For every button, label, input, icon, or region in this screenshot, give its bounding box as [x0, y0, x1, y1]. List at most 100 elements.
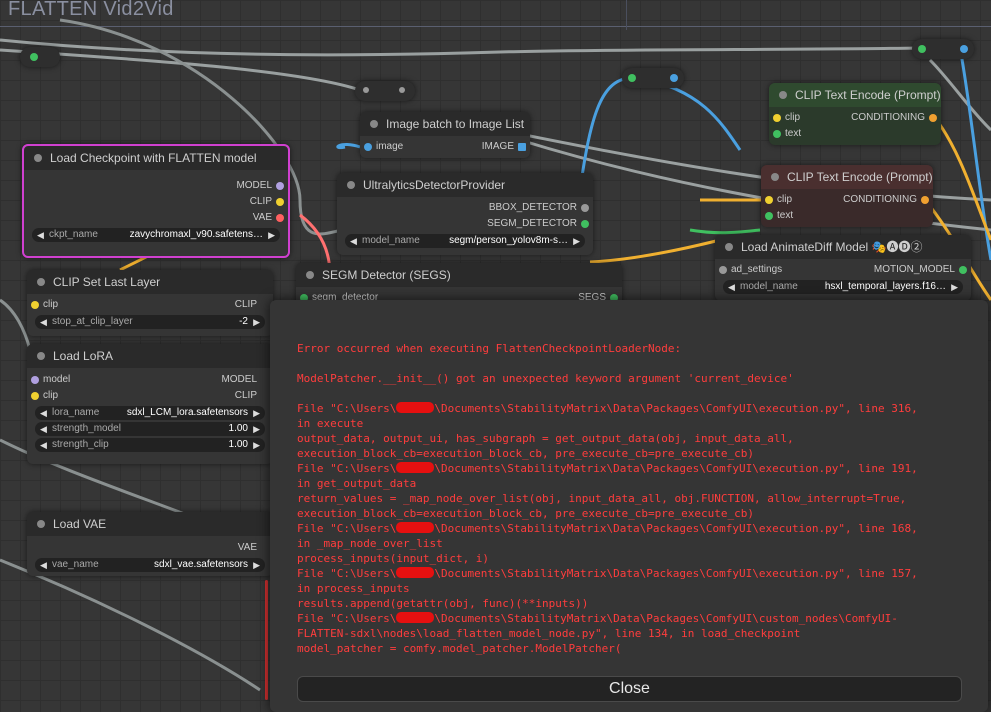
arrow-left-icon[interactable]: ◀	[40, 438, 47, 452]
collapsed-node[interactable]	[20, 47, 60, 67]
slot-dot-icon[interactable]	[921, 196, 929, 204]
output-dot[interactable]	[960, 45, 968, 53]
arrow-left-icon[interactable]: ◀	[728, 280, 735, 294]
arrow-right-icon[interactable]: ▶	[253, 438, 260, 452]
collapsed-node[interactable]	[622, 68, 684, 88]
slot-dot-icon[interactable]	[959, 266, 967, 274]
group-title[interactable]: FLATTEN Vid2Vid	[8, 0, 174, 21]
arrow-left-icon[interactable]: ◀	[40, 422, 47, 436]
slot-dot-icon[interactable]	[31, 376, 39, 384]
node-load-lora[interactable]: Load LoRA model MODEL clip CLIP ◀ lora_n…	[27, 344, 273, 464]
collapse-dot-icon[interactable]	[779, 91, 787, 99]
arrow-left-icon[interactable]: ◀	[350, 234, 357, 248]
widget-vae-name[interactable]: ◀ vae_name sdxl_vae.safetensors ▶	[35, 558, 265, 572]
node-title[interactable]: Load LoRA	[27, 344, 273, 368]
node-title[interactable]: SEGM Detector (SEGS)	[296, 263, 622, 287]
grid-icon[interactable]	[518, 143, 526, 151]
arrow-right-icon[interactable]: ▶	[268, 228, 275, 242]
widget-strength-clip[interactable]: ◀ strength_clip 1.00 ▶	[35, 438, 265, 452]
slot-dot-icon[interactable]	[773, 130, 781, 138]
arrow-right-icon[interactable]: ▶	[253, 422, 260, 436]
collapsed-node[interactable]	[355, 81, 415, 101]
node-title[interactable]: CLIP Text Encode (Prompt)	[761, 165, 933, 189]
collapse-dot-icon[interactable]	[725, 243, 733, 251]
slot-dot-icon[interactable]	[31, 301, 39, 309]
slot-model[interactable]: model MODEL	[27, 372, 273, 388]
node-clip-text-encode-positive[interactable]: CLIP Text Encode (Prompt) clip CONDITION…	[769, 83, 941, 145]
node-title[interactable]: Load VAE	[27, 512, 273, 536]
widget-model-name[interactable]: ◀ model_name hsxl_temporal_layers.f16… ▶	[723, 280, 963, 294]
node-title[interactable]: Image batch to Image List	[360, 112, 530, 136]
slot-image[interactable]: image IMAGE	[360, 139, 530, 155]
node-title[interactable]: CLIP Set Last Layer	[27, 270, 273, 294]
slot-dot-icon[interactable]	[276, 182, 284, 190]
node-image-batch-to-list[interactable]: Image batch to Image List image IMAGE	[360, 112, 530, 158]
widget-ckpt-name[interactable]: ◀ ckpt_name zavychromaxl_v90.safetens… ▶	[32, 228, 280, 242]
node-load-vae[interactable]: Load VAE VAE ◀ vae_name sdxl_vae.safeten…	[27, 512, 273, 576]
collapse-dot-icon[interactable]	[37, 352, 45, 360]
node-clip-text-encode-negative[interactable]: CLIP Text Encode (Prompt) clip CONDITION…	[761, 165, 933, 227]
arrow-left-icon[interactable]: ◀	[40, 315, 47, 329]
arrow-left-icon[interactable]: ◀	[40, 406, 47, 420]
arrow-right-icon[interactable]: ▶	[253, 558, 260, 572]
slot-dot-icon[interactable]	[581, 204, 589, 212]
slot-dot-icon[interactable]	[31, 392, 39, 400]
slot-clip[interactable]: clip CLIP	[27, 297, 273, 313]
slot-dot-icon[interactable]	[773, 114, 781, 122]
collapse-dot-icon[interactable]	[37, 520, 45, 528]
node-title[interactable]: Load AnimateDiff Model 🎭🅐🅓②	[715, 235, 971, 259]
arrow-right-icon[interactable]: ▶	[951, 280, 958, 294]
output-dot[interactable]	[30, 53, 38, 61]
slot-text[interactable]: text	[769, 126, 941, 142]
node-load-checkpoint[interactable]: Load Checkpoint with FLATTEN model MODEL…	[22, 144, 290, 258]
output-slot-bbox[interactable]: BBOX_DETECTOR	[337, 200, 593, 216]
slot-dot-icon[interactable]	[719, 266, 727, 274]
input-dot[interactable]	[628, 74, 636, 82]
node-clip-set-last-layer[interactable]: CLIP Set Last Layer clip CLIP ◀ stop_at_…	[27, 270, 273, 336]
slot-dot-icon[interactable]	[581, 220, 589, 228]
slot-ad-settings[interactable]: ad_settings MOTION_MODEL	[715, 262, 971, 278]
slot-dot-icon[interactable]	[364, 143, 372, 151]
slot-dot-icon[interactable]	[276, 198, 284, 206]
widget-model-name[interactable]: ◀ model_name segm/person_yolov8m-s… ▶	[345, 234, 585, 248]
widget-lora-name[interactable]: ◀ lora_name sdxl_LCM_lora.safetensors ▶	[35, 406, 265, 420]
slot-dot-icon[interactable]	[765, 212, 773, 220]
arrow-left-icon[interactable]: ◀	[40, 558, 47, 572]
input-dot[interactable]	[363, 87, 369, 93]
output-slot-vae[interactable]: VAE	[27, 540, 273, 556]
collapse-dot-icon[interactable]	[306, 271, 314, 279]
slot-dot-icon[interactable]	[765, 196, 773, 204]
arrow-right-icon[interactable]: ▶	[253, 315, 260, 329]
output-dot[interactable]	[399, 87, 405, 93]
output-slot-clip[interactable]: CLIP	[24, 194, 288, 210]
slot-clip[interactable]: clip CONDITIONING	[769, 110, 941, 126]
collapsed-node[interactable]	[912, 39, 974, 59]
output-slot-model[interactable]: MODEL	[24, 178, 288, 194]
node-title-text: CLIP Set Last Layer	[53, 275, 161, 289]
collapse-dot-icon[interactable]	[347, 181, 355, 189]
node-ultralytics-detector[interactable]: UltralyticsDetectorProvider BBOX_DETECTO…	[337, 173, 593, 255]
output-slot-vae[interactable]: VAE	[24, 210, 288, 226]
node-title[interactable]: Load Checkpoint with FLATTEN model	[24, 146, 288, 170]
collapse-dot-icon[interactable]	[34, 154, 42, 162]
slot-clip[interactable]: clip CLIP	[27, 388, 273, 404]
output-slot-segm[interactable]: SEGM_DETECTOR	[337, 216, 593, 232]
arrow-right-icon[interactable]: ▶	[573, 234, 580, 248]
arrow-right-icon[interactable]: ▶	[253, 406, 260, 420]
slot-dot-icon[interactable]	[276, 214, 284, 222]
arrow-left-icon[interactable]: ◀	[37, 228, 44, 242]
close-button[interactable]: Close	[297, 676, 962, 702]
collapse-dot-icon[interactable]	[37, 278, 45, 286]
slot-clip[interactable]: clip CONDITIONING	[761, 192, 933, 208]
node-title[interactable]: UltralyticsDetectorProvider	[337, 173, 593, 197]
collapse-dot-icon[interactable]	[771, 173, 779, 181]
input-dot[interactable]	[918, 45, 926, 53]
node-load-animatediff[interactable]: Load AnimateDiff Model 🎭🅐🅓② ad_settings …	[715, 235, 971, 301]
node-title[interactable]: CLIP Text Encode (Prompt)	[769, 83, 941, 107]
widget-strength-model[interactable]: ◀ strength_model 1.00 ▶	[35, 422, 265, 436]
widget-stop-at-clip-layer[interactable]: ◀ stop_at_clip_layer -2 ▶	[35, 315, 265, 329]
slot-text[interactable]: text	[761, 208, 933, 224]
output-dot[interactable]	[670, 74, 678, 82]
collapse-dot-icon[interactable]	[370, 120, 378, 128]
slot-dot-icon[interactable]	[929, 114, 937, 122]
